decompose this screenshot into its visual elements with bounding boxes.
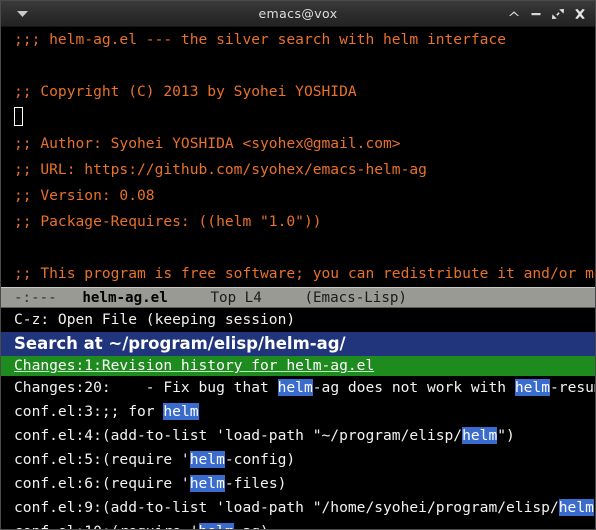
source-buffer[interactable]: ;;; helm-ag.el --- the silver search wit…: [1, 27, 595, 287]
helm-candidate[interactable]: conf.el:4:(add-to-list 'load-path "~/pro…: [1, 424, 595, 448]
match-highlight: helm: [163, 403, 199, 420]
echo-area-message: C-z: Open File (keeping session): [1, 308, 595, 332]
candidate-text: -ag): [234, 523, 269, 529]
code-line: ;;; helm-ag.el --- the silver search wit…: [14, 31, 507, 48]
helm-candidate[interactable]: conf.el:10:(require 'helm-ag): [1, 520, 595, 529]
match-highlight: helm: [189, 475, 225, 492]
source-mode-line[interactable]: -:--- helm-ag.el Top L4 (Emacs-Lisp): [1, 287, 595, 308]
mode-line-position: Top L4: [210, 290, 262, 306]
candidate-text: conf.el:3:;; for: [14, 403, 164, 420]
code-line: ;; URL: https://github.com/syohex/emacs-…: [14, 161, 427, 178]
match-highlight: helm: [514, 379, 550, 396]
chevron-down-icon: [16, 10, 28, 17]
candidate-text: conf.el:4:(add-to-list 'load-path "~/pro…: [14, 427, 463, 444]
close-button[interactable]: [569, 3, 591, 25]
candidate-text: "): [497, 427, 515, 444]
code-line: ;; Version: 0.08: [14, 187, 155, 204]
candidate-text: -files): [224, 475, 287, 492]
candidate-text: conf.el:6:(require ': [14, 475, 190, 492]
candidate-text: conf.el:10:(require ': [14, 523, 199, 529]
helm-header: Search at ~/program/elisp/helm-ag/: [1, 332, 595, 356]
candidate-text: -config): [224, 451, 296, 468]
helm-selected-candidate-text: Changes:1:Revision history for helm-ag.e…: [14, 357, 375, 374]
title-bar: emacs@vox: [1, 1, 595, 27]
helm-window: Search at ~/program/elisp/helm-ag/ Chang…: [1, 332, 595, 529]
close-icon: [575, 9, 585, 19]
text-cursor: [14, 107, 23, 126]
match-highlight: helm: [558, 499, 594, 516]
code-line: ;; Copyright (C) 2013 by Syohei YOSHIDA: [14, 83, 357, 100]
maximize-icon: [552, 9, 564, 19]
candidate-text: -ag does not work with: [312, 379, 515, 396]
maximize-button[interactable]: [547, 3, 569, 25]
match-highlight: helm: [462, 427, 498, 444]
mode-line-flags: -:---: [14, 290, 57, 306]
mode-line-major-mode: (Emacs-Lisp): [304, 290, 407, 306]
candidate-text: -resume.: [550, 379, 595, 396]
helm-candidate[interactable]: conf.el:3:;; for helm: [1, 400, 595, 424]
helm-candidate[interactable]: Changes:20: - Fix bug that helm-ag does …: [1, 376, 595, 400]
candidate-text: Changes:20: - Fix bug that: [14, 379, 278, 396]
emacs-window: emacs@vox ;;; helm-ag.el --- the silver …: [0, 0, 596, 530]
chevron-up-icon: [509, 11, 519, 16]
candidate-text: conf.el:5:(require ': [14, 451, 190, 468]
helm-candidate-list[interactable]: Changes:20: - Fix bug that helm-ag does …: [1, 376, 595, 529]
helm-candidate[interactable]: conf.el:6:(require 'helm-files): [1, 472, 595, 496]
match-highlight: helm: [277, 379, 313, 396]
minimize-button[interactable]: [525, 3, 547, 25]
shade-button[interactable]: [503, 3, 525, 25]
helm-selected-candidate[interactable]: Changes:1:Revision history for helm-ag.e…: [1, 356, 595, 376]
emacs-frame: ;;; helm-ag.el --- the silver search wit…: [1, 27, 595, 529]
helm-candidate[interactable]: conf.el:5:(require 'helm-config): [1, 448, 595, 472]
code-line: ;; Author: Syohei YOSHIDA <syohex@gmail.…: [14, 135, 401, 152]
code-line: ;; This program is free software; you ca…: [14, 265, 595, 282]
code-line: ;; Package-Requires: ((helm "1.0")): [14, 213, 322, 230]
mode-line-buffer-name: helm-ag.el: [82, 290, 168, 306]
match-highlight: helm: [198, 523, 234, 529]
helm-candidate[interactable]: conf.el:9:(add-to-list 'load-path "/home…: [1, 496, 595, 520]
candidate-text: conf.el:9:(add-to-list 'load-path "/home…: [14, 499, 559, 516]
candidate-text: -ag"): [594, 499, 595, 516]
match-highlight: helm: [189, 451, 225, 468]
window-menu-button[interactable]: [7, 2, 37, 26]
minimize-icon: [531, 13, 541, 16]
window-controls: [503, 1, 591, 27]
code-line-with-cursor: [1, 105, 595, 131]
